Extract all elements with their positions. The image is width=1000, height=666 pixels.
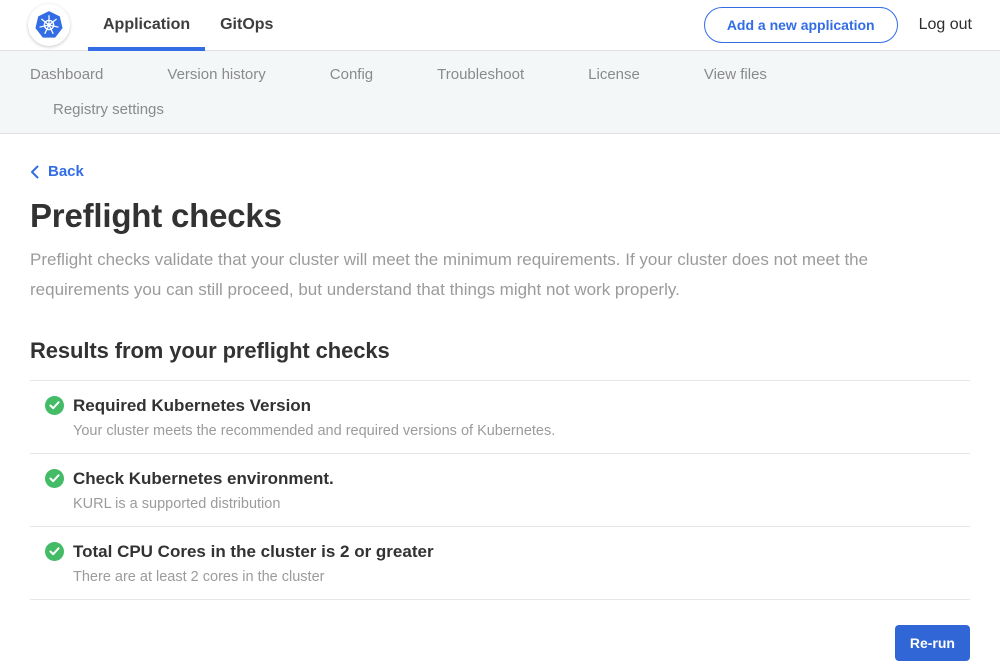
- check-title: Required Kubernetes Version: [73, 396, 311, 416]
- page-title: Preflight checks: [30, 197, 970, 235]
- preflight-check-row: Required Kubernetes Version Your cluster…: [30, 380, 970, 453]
- tab-application-label: Application: [103, 16, 190, 34]
- subnav-item-config[interactable]: Config: [330, 66, 373, 84]
- app-subnav: Dashboard Version history Config Trouble…: [0, 51, 1000, 134]
- main-content: Back Preflight checks Preflight checks v…: [0, 134, 1000, 661]
- check-title: Check Kubernetes environment.: [73, 469, 334, 489]
- subnav-row-1: Dashboard Version history Config Trouble…: [30, 66, 970, 84]
- back-link-label: Back: [48, 163, 84, 180]
- subnav-item-dashboard[interactable]: Dashboard: [30, 66, 103, 84]
- check-header: Required Kubernetes Version: [30, 396, 970, 416]
- check-header: Total CPU Cores in the cluster is 2 or g…: [30, 542, 970, 562]
- results-heading: Results from your preflight checks: [30, 338, 970, 364]
- subnav-row-2: Registry settings: [30, 101, 970, 119]
- check-message: KURL is a supported distribution: [30, 496, 970, 512]
- success-check-icon: [45, 396, 64, 415]
- preflight-results-list: Required Kubernetes Version Your cluster…: [30, 380, 970, 600]
- check-header: Check Kubernetes environment.: [30, 469, 970, 489]
- primary-tabs: Application GitOps: [88, 0, 288, 50]
- footer-actions: Re-run: [30, 625, 970, 661]
- success-check-icon: [45, 469, 64, 488]
- subnav-item-view-files[interactable]: View files: [704, 66, 767, 84]
- add-new-application-button[interactable]: Add a new application: [704, 7, 898, 43]
- tab-gitops-label: GitOps: [220, 16, 273, 34]
- preflight-check-row: Check Kubernetes environment. KURL is a …: [30, 453, 970, 526]
- back-link[interactable]: Back: [30, 163, 84, 180]
- tab-application[interactable]: Application: [88, 0, 205, 50]
- kubernetes-logo-icon: [28, 4, 70, 46]
- logout-link[interactable]: Log out: [919, 16, 972, 34]
- subnav-item-troubleshoot[interactable]: Troubleshoot: [437, 66, 524, 84]
- check-title: Total CPU Cores in the cluster is 2 or g…: [73, 542, 434, 562]
- tab-gitops[interactable]: GitOps: [205, 0, 288, 50]
- preflight-check-row: Total CPU Cores in the cluster is 2 or g…: [30, 526, 970, 599]
- chevron-left-icon: [30, 165, 39, 179]
- subnav-item-registry-settings[interactable]: Registry settings: [53, 101, 164, 119]
- check-message: Your cluster meets the recommended and r…: [30, 423, 970, 439]
- success-check-icon: [45, 542, 64, 561]
- top-navbar: Application GitOps Add a new application…: [0, 0, 1000, 51]
- subnav-item-version-history[interactable]: Version history: [167, 66, 265, 84]
- subnav-item-license[interactable]: License: [588, 66, 640, 84]
- navbar-right: Add a new application Log out: [704, 7, 972, 43]
- page-description: Preflight checks validate that your clus…: [30, 245, 960, 305]
- check-message: There are at least 2 cores in the cluste…: [30, 569, 970, 585]
- rerun-button[interactable]: Re-run: [895, 625, 970, 661]
